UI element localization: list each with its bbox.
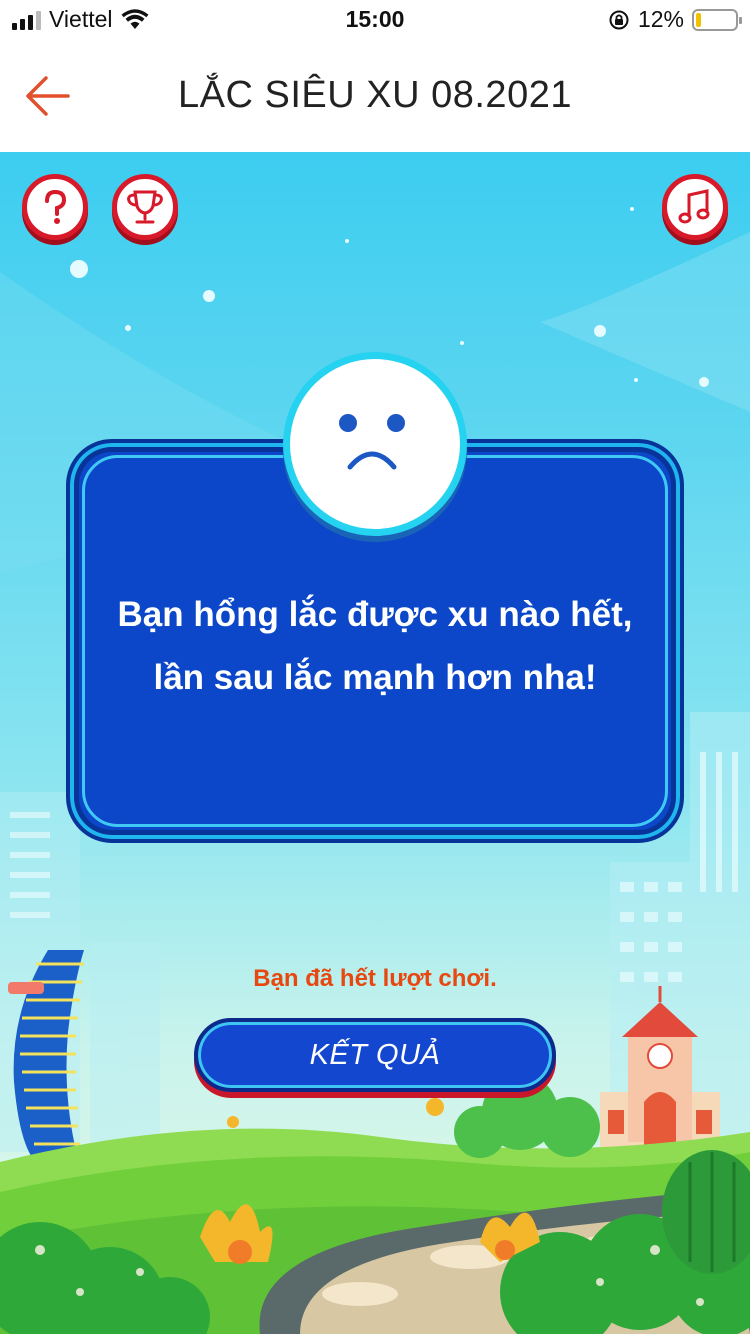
result-button[interactable]: KẾT QUẢ bbox=[194, 1018, 556, 1092]
battery-percent: 12% bbox=[637, 6, 684, 32]
status-bar: Viettel 15:00 12% bbox=[0, 0, 750, 42]
leaderboard-button[interactable] bbox=[112, 174, 178, 240]
help-button[interactable] bbox=[22, 174, 88, 240]
battery-level bbox=[696, 12, 701, 27]
nav-bar: LẮC SIÊU XU 08.2021 bbox=[0, 42, 750, 152]
status-right: 12% bbox=[608, 6, 742, 33]
result-button-label: KẾT QUẢ bbox=[309, 1038, 441, 1071]
battery-icon bbox=[692, 8, 742, 31]
sad-face-badge bbox=[283, 352, 467, 536]
dialog-message: Bạn hổng lắc được xu nào hết, lần sau lắ… bbox=[90, 583, 660, 709]
trophy-icon bbox=[127, 190, 163, 224]
music-button[interactable] bbox=[662, 174, 728, 240]
dialog-message-line-2: lần sau lắc mạnh hơn nha! bbox=[153, 658, 597, 697]
dialog-message-line-1: Bạn hổng lắc được xu nào hết, bbox=[117, 595, 633, 634]
no-turns-message: Bạn đã hết lượt chơi. bbox=[253, 965, 497, 992]
sad-face-icon bbox=[339, 414, 405, 470]
game-area: Bạn hổng lắc được xu nào hết, lần sau lắ… bbox=[0, 152, 750, 1334]
music-note-icon bbox=[678, 189, 710, 224]
question-icon bbox=[45, 189, 67, 224]
orientation-lock-icon bbox=[609, 10, 629, 29]
page-title: LẮC SIÊU XU 08.2021 bbox=[178, 74, 572, 116]
